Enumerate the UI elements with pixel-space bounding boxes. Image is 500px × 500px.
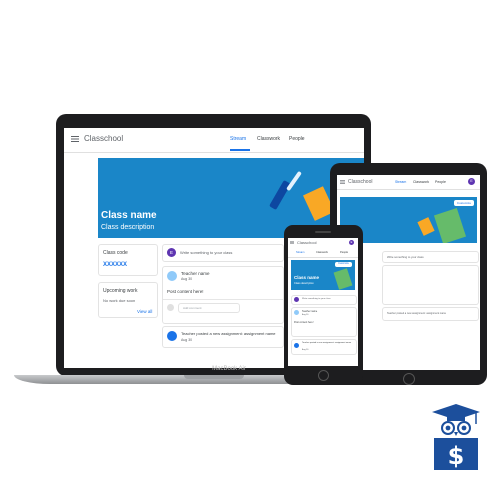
tablet-top-bar: Classchool Stream Classwork People E: [337, 175, 480, 190]
share-avatar: E: [167, 248, 176, 257]
banner-note-shape: [417, 217, 435, 236]
phone-home-button[interactable]: [318, 370, 329, 381]
share-box[interactable]: E Write something to your class: [162, 244, 284, 262]
graduate-owl-logo: $: [432, 404, 480, 470]
tablet-home-button[interactable]: [403, 373, 415, 385]
teacher-avatar: [167, 271, 177, 281]
teacher-name: Teacher name: [181, 271, 210, 276]
avatar[interactable]: E: [468, 178, 475, 185]
phone-speaker: [315, 231, 331, 233]
customize-button[interactable]: Customize: [335, 262, 352, 267]
phone-tabs: Stream Classwork People: [288, 248, 358, 258]
post-card: Teacher name Aug 30 Post content here! A…: [162, 266, 284, 324]
laptop-brand-label: MacBook Air: [212, 366, 246, 372]
post-text: Post content here!: [167, 289, 204, 294]
class-banner: Customize Class name Class description: [291, 260, 355, 290]
class-code-card: Class code XXXXXX: [98, 244, 158, 276]
teacher-avatar: [294, 310, 299, 315]
assignment-card[interactable]: Teacher posted a new assignment: assignm…: [382, 307, 479, 321]
app-title: Classchool: [297, 240, 317, 245]
post-text: Post content here!: [294, 321, 314, 324]
tab-classwork[interactable]: Classwork: [257, 136, 280, 142]
assignment-text: Teacher posted a new assignment: assignm…: [387, 312, 447, 315]
tab-stream[interactable]: Stream: [395, 180, 406, 184]
menu-icon[interactable]: [290, 241, 294, 244]
share-placeholder: Write something to your class: [387, 255, 424, 259]
tab-classwork[interactable]: Classwork: [413, 180, 429, 184]
assignment-icon: [167, 331, 177, 341]
assignment-card[interactable]: Teacher posted a new assignment: assignm…: [291, 339, 357, 355]
class-code-label: Class code: [103, 250, 128, 256]
phone-top-bar: Classchool E: [288, 238, 358, 247]
assignment-date: Aug 30: [302, 349, 309, 351]
tab-people[interactable]: People: [435, 180, 446, 184]
tab-stream[interactable]: Stream: [230, 136, 246, 142]
divider: [163, 299, 283, 300]
tab-classwork[interactable]: Classwork: [316, 251, 328, 254]
active-tab-indicator: [230, 149, 250, 151]
share-box[interactable]: Write something to your class: [291, 295, 357, 305]
class-code-value[interactable]: XXXXXX: [103, 262, 127, 268]
comment-input[interactable]: Add comment: [178, 303, 240, 313]
banner-book-shape: [333, 268, 353, 290]
post-date: Aug 30: [181, 277, 193, 281]
tab-stream[interactable]: Stream: [296, 251, 304, 254]
tab-people[interactable]: People: [340, 251, 348, 254]
avatar[interactable]: E: [349, 240, 354, 245]
assignment-card[interactable]: Teacher posted a new assignment: assignm…: [162, 326, 284, 348]
banner-book-shape: [433, 208, 467, 243]
share-box[interactable]: Write something to your class: [382, 251, 479, 263]
tab-people[interactable]: People: [289, 136, 305, 142]
class-description: Class description: [294, 282, 314, 285]
comment-placeholder: Add comment: [183, 306, 202, 310]
app-title: Classchool: [348, 179, 373, 185]
teacher-name: Teacher name: [302, 310, 318, 313]
share-avatar: [294, 297, 299, 302]
upcoming-work-card: Upcoming work No work due soon View all: [98, 282, 158, 318]
laptop-notch: [184, 375, 244, 379]
phone-screen: Classchool E Stream Classwork People Cus…: [288, 238, 358, 366]
upcoming-work-text: No work due soon: [103, 298, 136, 303]
app-title: Classchool: [84, 134, 124, 143]
assignment-text: Teacher posted a new assignment: assignm…: [181, 331, 276, 336]
post-card: [382, 265, 479, 305]
post-date: Aug 30: [302, 314, 309, 316]
class-description: Class description: [101, 224, 155, 231]
share-placeholder: Write something to your class: [302, 298, 331, 300]
menu-icon[interactable]: [340, 180, 345, 184]
customize-button[interactable]: Customize: [454, 200, 474, 206]
upcoming-work-label: Upcoming work: [103, 288, 138, 294]
share-placeholder: Write something to your class: [180, 250, 233, 255]
post-card: Teacher name Aug 30 Post content here!: [291, 307, 357, 337]
top-bar: Classchool Stream Classwork People E: [64, 128, 364, 153]
comment-avatar: [167, 304, 174, 311]
class-name: Class name: [294, 275, 320, 280]
assignment-date: Aug 30: [181, 338, 193, 342]
assignment-text: Teacher posted a new assignment: assignm…: [302, 342, 352, 344]
svg-text:$: $: [448, 442, 465, 470]
assignment-icon: [294, 343, 299, 348]
view-all-link[interactable]: View all: [137, 309, 152, 314]
class-name: Class name: [101, 210, 157, 221]
menu-icon[interactable]: [71, 136, 79, 142]
